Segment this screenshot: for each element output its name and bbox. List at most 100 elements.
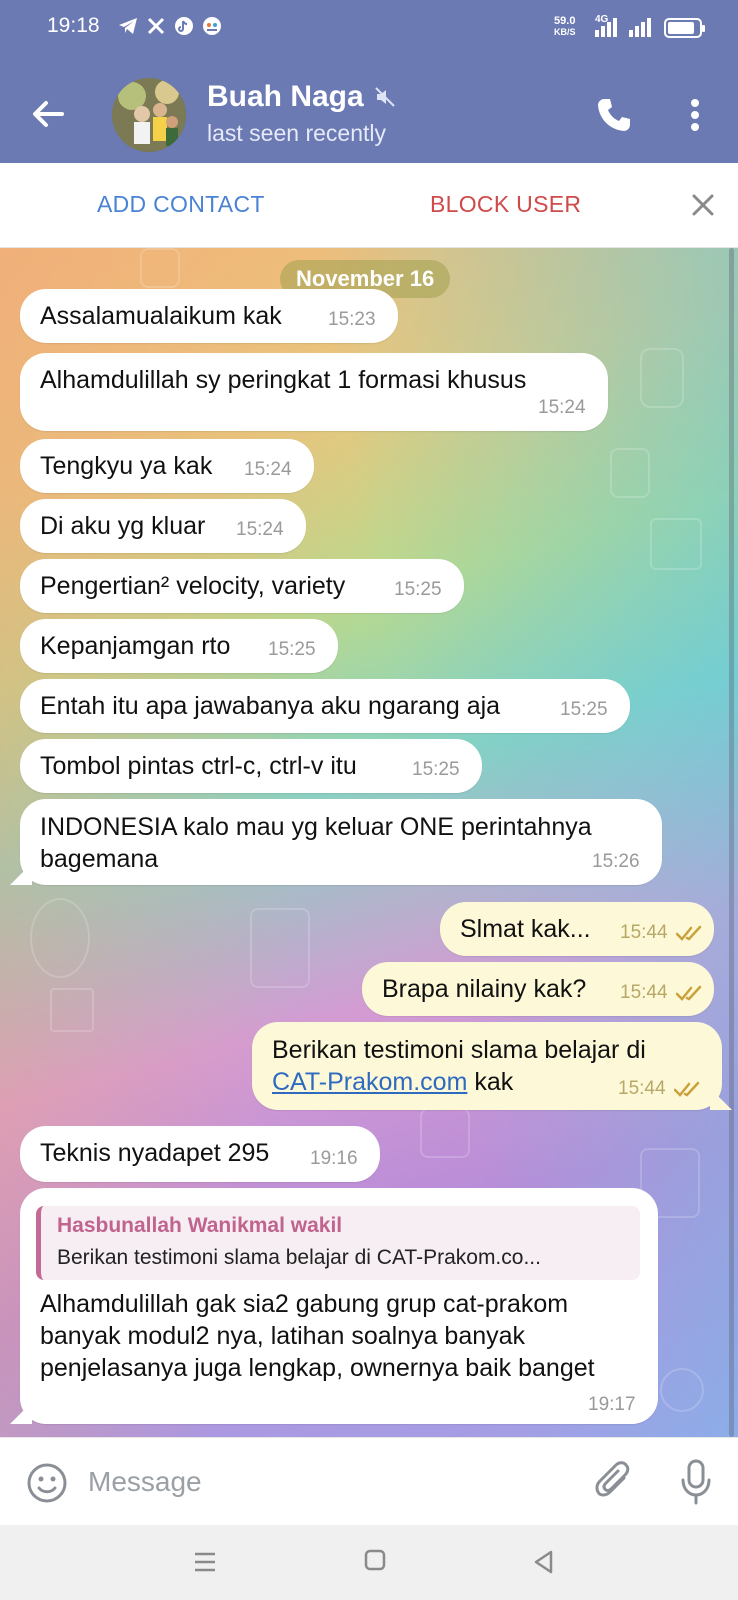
back-nav-button[interactable] xyxy=(532,1549,554,1575)
phone-icon xyxy=(598,99,630,131)
recent-apps-button[interactable] xyxy=(192,1549,218,1575)
call-button[interactable] xyxy=(594,95,634,135)
more-vertical-icon xyxy=(691,99,699,131)
battery-icon xyxy=(664,18,705,38)
message-text: Entah itu apa jawabanya aku ngarang aja xyxy=(40,692,501,720)
message-time: 15:25 xyxy=(560,699,608,720)
message-outgoing[interactable]: Slmat kak... 15:44 xyxy=(440,902,714,956)
battery-level xyxy=(668,22,694,34)
microphone-icon xyxy=(681,1459,711,1505)
message-text: Pengertian² velocity, variety xyxy=(40,572,346,600)
system-navigation-bar xyxy=(0,1525,738,1600)
message-incoming[interactable]: Teknis nyadapet 295 19:16 xyxy=(20,1126,380,1182)
background-doodle xyxy=(250,908,310,988)
message-input[interactable] xyxy=(88,1456,568,1508)
bubble-tail xyxy=(10,1402,32,1424)
network-speed: 59.0 KB/S xyxy=(554,16,576,38)
message-incoming[interactable]: Kepanjamgan rto 15:25 xyxy=(20,619,338,673)
message-text: INDONESIA kalo mau yg keluar ONE perinta… xyxy=(40,813,592,873)
avatar[interactable] xyxy=(112,78,186,152)
chat-header: 19:18 59.0 KB/S 4G Buah Naga last seen r… xyxy=(0,0,738,163)
background-doodle xyxy=(30,898,90,978)
home-button[interactable] xyxy=(364,1549,386,1571)
message-text: Teknis nyadapet 295 xyxy=(40,1139,270,1167)
avatar-photo xyxy=(112,78,186,152)
background-doodle xyxy=(50,988,94,1032)
network-type: 4G xyxy=(595,14,609,25)
last-seen-status: last seen recently xyxy=(207,120,386,146)
message-outgoing[interactable]: Brapa nilainy kak? 15:44 xyxy=(362,962,714,1016)
message-time: 15:24 xyxy=(538,397,586,418)
message-text: Assalamualaikum kak xyxy=(40,302,282,330)
message-time: 15:25 xyxy=(394,579,442,600)
telegram-icon xyxy=(118,16,138,36)
reply-quoted-text: Berikan testimoni slama belajar di CAT-P… xyxy=(57,1246,541,1269)
background-doodle xyxy=(420,1108,470,1158)
reply-sender-name: Hasbunallah Wanikmal wakil xyxy=(57,1214,343,1237)
message-time: 15:24 xyxy=(244,459,292,480)
background-doodle xyxy=(650,518,702,570)
attach-button[interactable] xyxy=(594,1460,634,1504)
voice-message-button[interactable] xyxy=(680,1458,712,1506)
signal-strength-2-icon xyxy=(629,18,651,37)
muted-icon xyxy=(374,87,395,107)
contact-name-text: Buah Naga xyxy=(207,80,364,113)
message-time: 19:17 xyxy=(588,1394,636,1415)
net-speed-unit: KB/S xyxy=(554,27,576,37)
arrow-left-icon xyxy=(33,101,64,127)
message-input-bar xyxy=(0,1437,738,1525)
message-incoming[interactable]: Alhamdulillah sy peringkat 1 formasi khu… xyxy=(20,353,608,431)
message-link[interactable]: CAT-Prakom.com xyxy=(272,1068,467,1096)
message-incoming[interactable]: Assalamualaikum kak 15:23 xyxy=(20,289,398,343)
message-time: 15:44 xyxy=(620,922,668,943)
message-text: Alhamdulillah gak sia2 gabung grup cat-p… xyxy=(40,1290,595,1382)
net-speed-value: 59.0 xyxy=(554,15,576,27)
signal-indicators: 4G xyxy=(593,14,655,38)
paperclip-icon xyxy=(595,1461,630,1497)
emoji-button[interactable] xyxy=(26,1462,68,1504)
message-incoming[interactable]: Tombol pintas ctrl-c, ctrl-v itu 15:25 xyxy=(20,739,482,793)
message-incoming[interactable]: INDONESIA kalo mau yg keluar ONE perinta… xyxy=(10,799,662,885)
message-incoming[interactable]: Tengkyu ya kak 15:24 xyxy=(20,439,314,493)
message-time: 15:25 xyxy=(412,759,460,780)
menu-icon xyxy=(195,1552,215,1572)
chat-messages[interactable]: November 16 Assalamualaikum kak 15:23 Al… xyxy=(0,248,738,1437)
read-receipt-icon xyxy=(676,925,702,941)
chat-app-icon xyxy=(202,16,222,36)
background-doodle xyxy=(640,348,684,408)
bubble-tail xyxy=(10,863,32,885)
back-button[interactable] xyxy=(28,94,68,134)
tiktok-icon xyxy=(174,16,194,36)
message-time: 15:44 xyxy=(618,1078,666,1099)
more-options-button[interactable] xyxy=(685,95,705,135)
status-time: 19:18 xyxy=(47,14,100,37)
message-incoming[interactable]: Entah itu apa jawabanya aku ngarang aja … xyxy=(20,679,630,733)
message-text-before-link: Berikan testimoni slama belajar di xyxy=(272,1036,646,1064)
message-incoming-reply[interactable]: Hasbunallah Wanikmal wakil Berikan testi… xyxy=(10,1188,658,1424)
add-contact-button[interactable]: ADD CONTACT xyxy=(97,191,265,218)
message-time: 15:26 xyxy=(592,851,640,872)
triangle-back-icon xyxy=(534,1550,553,1574)
chat-scrollbar[interactable] xyxy=(729,248,734,1437)
background-doodle xyxy=(660,1368,704,1412)
message-time: 15:24 xyxy=(236,519,284,540)
read-receipt-icon xyxy=(676,985,702,1001)
message-text: Di aku yg kluar xyxy=(40,512,206,540)
contact-action-bar: ADD CONTACT BLOCK USER xyxy=(0,163,738,248)
message-incoming[interactable]: Di aku yg kluar 15:24 xyxy=(20,499,306,553)
contact-name[interactable]: Buah Naga xyxy=(207,80,396,114)
status-bar: 19:18 59.0 KB/S 4G xyxy=(0,0,738,54)
message-time: 19:16 xyxy=(310,1148,358,1169)
smiley-icon xyxy=(27,1463,67,1503)
notification-icons xyxy=(118,16,222,36)
message-text: Brapa nilainy kak? xyxy=(382,975,587,1003)
reply-quote[interactable]: Hasbunallah Wanikmal wakil Berikan testi… xyxy=(36,1206,640,1280)
x-icon xyxy=(146,16,166,36)
message-incoming[interactable]: Pengertian² velocity, variety 15:25 xyxy=(20,559,464,613)
message-outgoing[interactable]: Berikan testimoni slama belajar di CAT-P… xyxy=(252,1022,732,1110)
background-doodle xyxy=(140,248,180,288)
message-text: Slmat kak... xyxy=(460,915,591,943)
close-action-bar-button[interactable] xyxy=(690,192,716,218)
block-user-button[interactable]: BLOCK USER xyxy=(430,191,581,218)
message-text: Kepanjamgan rto xyxy=(40,632,231,660)
